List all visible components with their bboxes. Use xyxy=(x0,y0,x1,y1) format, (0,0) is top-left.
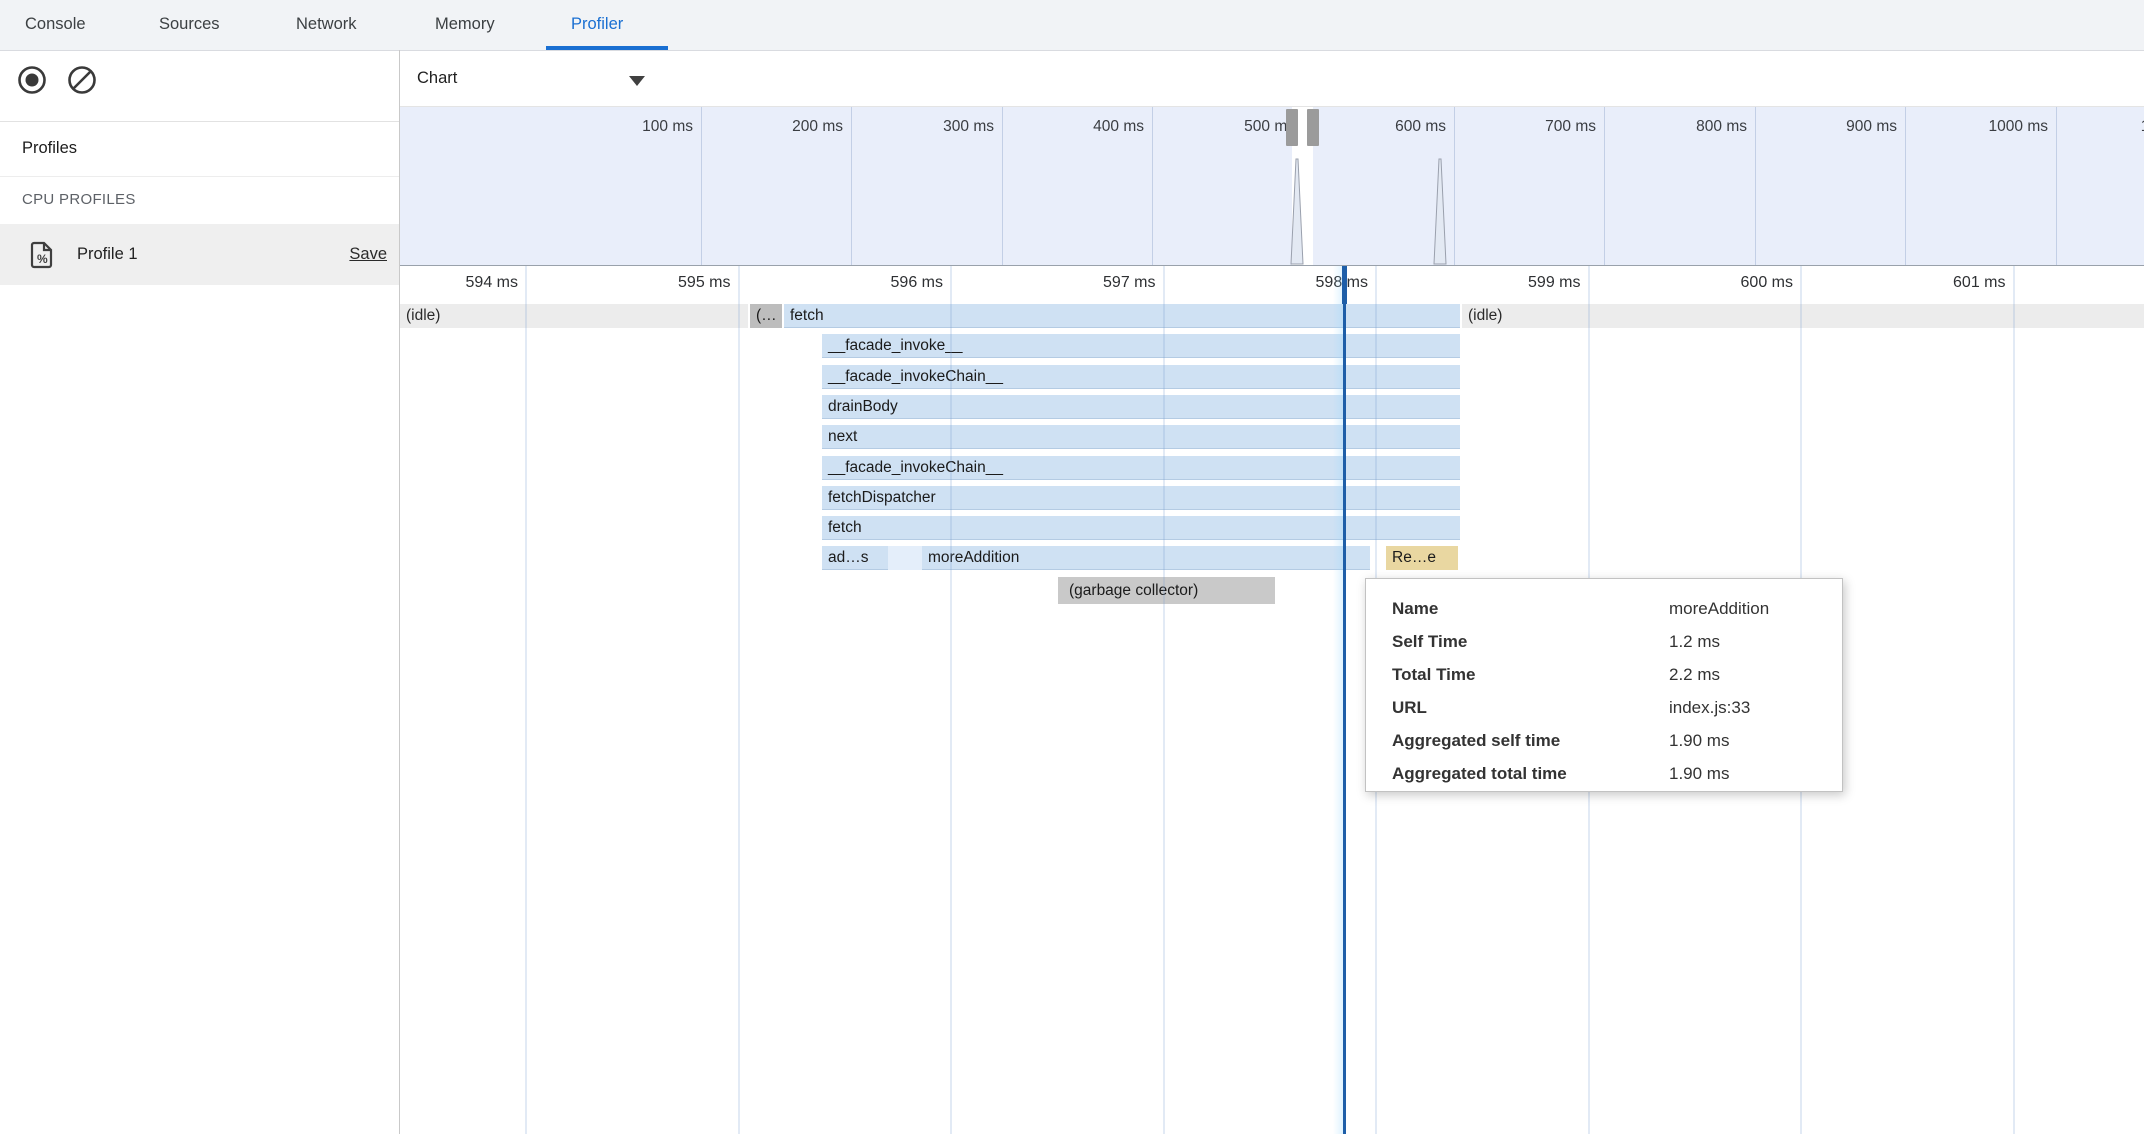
flame-bar-garbage-collector[interactable]: (garbage collector) xyxy=(1058,577,1275,604)
time-gridline xyxy=(525,266,527,1134)
tooltip-row: NamemoreAddition xyxy=(1366,592,1842,625)
clear-icon[interactable] xyxy=(67,65,97,95)
tooltip-value: 1.90 ms xyxy=(1669,764,1729,784)
active-tab-underline xyxy=(546,46,668,50)
tooltip-value: moreAddition xyxy=(1669,599,1769,619)
chevron-down-icon[interactable] xyxy=(629,76,645,86)
chart-toolbar: Chart xyxy=(400,51,2144,107)
tooltip-label: URL xyxy=(1392,698,1669,718)
tooltip-label: Self Time xyxy=(1392,632,1669,652)
tab-sources[interactable]: Sources xyxy=(159,0,220,49)
flame-bar-span[interactable]: (… xyxy=(750,304,782,328)
playhead-line xyxy=(1343,266,1346,1134)
ruler-tick-label: 599 ms xyxy=(1391,274,1581,294)
flame-bar-facade-invokechain[interactable]: __facade_invokeChain__ xyxy=(822,365,1460,389)
flame-bar-moreaddition[interactable]: moreAddition xyxy=(922,546,1370,570)
ruler-tick-label: 594 ms xyxy=(400,274,518,294)
profile-name: Profile 1 xyxy=(77,224,138,285)
tooltip-row: Aggregated total time1.90 ms xyxy=(1366,757,1842,790)
flame-bar-fetchdispatcher[interactable]: fetchDispatcher xyxy=(822,486,1460,510)
flame-bar-facade-invokechain[interactable]: __facade_invokeChain__ xyxy=(822,456,1460,480)
view-mode-dropdown[interactable]: Chart xyxy=(417,51,457,106)
tooltip-row: Self Time1.2 ms xyxy=(1366,625,1842,658)
devtools-tab-bar: Console Sources Network Memory Profiler xyxy=(0,0,2144,51)
tooltip-label: Total Time xyxy=(1392,665,1669,685)
time-gridline xyxy=(738,266,740,1134)
ruler-tick-label: 596 ms xyxy=(753,274,943,294)
tab-network[interactable]: Network xyxy=(296,0,357,49)
frame-tooltip: NamemoreAdditionSelf Time1.2 msTotal Tim… xyxy=(1365,578,1843,792)
tooltip-row: Aggregated self time1.90 ms xyxy=(1366,724,1842,757)
timeline-overview[interactable]: 100 ms200 ms300 ms400 ms500 ms600 ms700 … xyxy=(400,106,2144,267)
save-profile-link[interactable]: Save xyxy=(349,224,387,285)
ruler-tick-label: 600 ms xyxy=(1603,274,1793,294)
detail-time-ruler: 594 ms595 ms596 ms597 ms598 ms599 ms600 … xyxy=(400,266,2144,304)
time-gridline xyxy=(2013,266,2015,1134)
selection-handle-right[interactable] xyxy=(1307,109,1319,146)
profiler-chart-panel: 100 ms200 ms300 ms400 ms500 ms600 ms700 … xyxy=(400,106,2144,1134)
profiles-heading: Profiles xyxy=(22,121,77,176)
flame-bar-next[interactable]: next xyxy=(822,425,1460,449)
ruler-tick-label: 601 ms xyxy=(1816,274,2006,294)
flame-bar-idle[interactable]: (idle) xyxy=(1462,304,2144,328)
playhead-glow xyxy=(1333,266,1343,1134)
tab-console[interactable]: Console xyxy=(25,0,86,49)
overview-activity-spikes xyxy=(400,107,2144,265)
flame-bar-span xyxy=(888,546,922,570)
tooltip-row: Total Time2.2 ms xyxy=(1366,658,1842,691)
tooltip-value: 1.90 ms xyxy=(1669,731,1729,751)
sidebar-item-profile-1[interactable]: % Profile 1 Save xyxy=(0,224,399,285)
flame-bar-fetch[interactable]: fetch xyxy=(822,516,1460,540)
tab-profiler[interactable]: Profiler xyxy=(571,0,623,49)
tooltip-row: URLindex.js:33 xyxy=(1366,691,1842,724)
flame-bar-facade-invoke[interactable]: __facade_invoke__ xyxy=(822,334,1460,358)
flame-chart: (idle)(…fetch(idle)__facade_invoke____fa… xyxy=(400,304,2144,1134)
ruler-tick-label: 597 ms xyxy=(966,274,1156,294)
flame-bar-re-e[interactable]: Re…e xyxy=(1386,546,1458,570)
playhead-marker xyxy=(1342,266,1347,304)
tooltip-label: Name xyxy=(1392,599,1669,619)
time-gridline xyxy=(1163,266,1165,1134)
profiles-header-row: Profiles xyxy=(0,121,399,177)
tooltip-label: Aggregated total time xyxy=(1392,764,1669,784)
cpu-profiles-section-heading: CPU PROFILES xyxy=(22,177,136,223)
svg-text:%: % xyxy=(37,252,48,266)
tooltip-value: 1.2 ms xyxy=(1669,632,1720,652)
tooltip-value: index.js:33 xyxy=(1669,698,1750,718)
flame-bar-drainbody[interactable]: drainBody xyxy=(822,395,1460,419)
profile-document-icon: % xyxy=(30,241,54,269)
record-icon[interactable] xyxy=(17,65,47,95)
flame-bar-idle[interactable]: (idle) xyxy=(400,304,748,328)
profiles-sidebar: Profiles CPU PROFILES % Profile 1 Save xyxy=(0,121,399,1134)
profiler-left-toolbar xyxy=(0,51,399,122)
time-gridline xyxy=(950,266,952,1134)
sidebar-divider xyxy=(399,50,400,1134)
ruler-tick-label: 595 ms xyxy=(541,274,731,294)
flame-bar-ad-s[interactable]: ad…s xyxy=(822,546,888,570)
selection-handle-left[interactable] xyxy=(1286,109,1298,146)
tooltip-value: 2.2 ms xyxy=(1669,665,1720,685)
tooltip-label: Aggregated self time xyxy=(1392,731,1669,751)
tab-memory[interactable]: Memory xyxy=(435,0,495,49)
flame-bar-fetch[interactable]: fetch xyxy=(784,304,1460,328)
